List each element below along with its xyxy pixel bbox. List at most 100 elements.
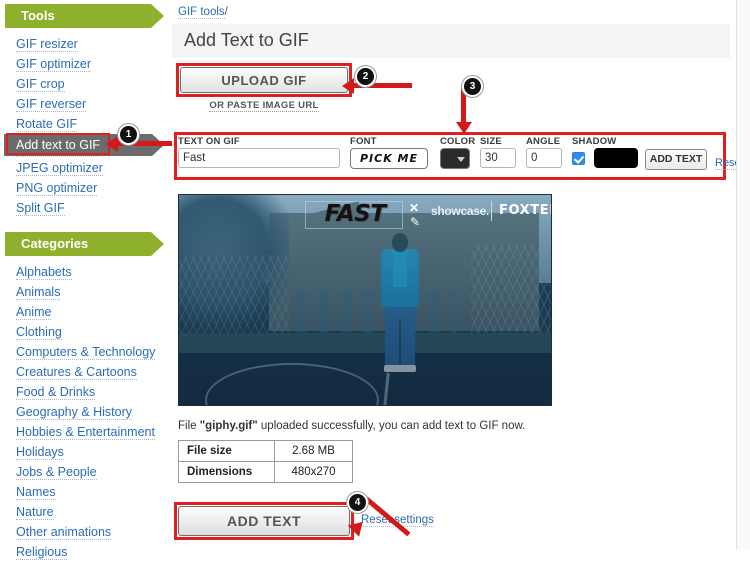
sidebar-link-gif-crop[interactable]: GIF crop	[16, 77, 65, 92]
field-text-on-gif: TEXT ON GIF	[178, 136, 340, 168]
field-font: FONT PICK ME	[350, 136, 428, 169]
category-link-anime[interactable]: Anime	[16, 305, 52, 320]
sidebar-item-split-gif[interactable]: Split GIF	[0, 198, 166, 218]
main-content: GIF tools/ Add Text to GIF UPLOAD GIF OR…	[166, 0, 744, 550]
category-item-clothing[interactable]: Clothing	[0, 322, 166, 342]
watermark-foxtel: FOXTEL	[499, 203, 551, 218]
watermark-showcase: showcase.	[431, 204, 489, 218]
category-link-animals[interactable]: Animals	[16, 285, 61, 300]
label-angle: ANGLE	[526, 136, 561, 147]
table-row: File size 2.68 MB	[178, 440, 353, 462]
dimensions-value: 480x270	[274, 461, 353, 483]
delete-text-icon[interactable]: ✕	[408, 202, 420, 214]
sidebar-item-rotate-gif[interactable]: Rotate GIF	[0, 114, 166, 134]
color-swatch-button[interactable]	[440, 148, 470, 169]
edit-text-icon[interactable]: ✎	[408, 216, 422, 228]
category-link-jobs-people[interactable]: Jobs & People	[16, 465, 97, 480]
sidebar-link-rotate-gif[interactable]: Rotate GIF	[16, 117, 78, 132]
category-link-nature[interactable]: Nature	[16, 505, 54, 520]
tools-list: GIF resizer GIF optimizer GIF crop GIF r…	[0, 34, 166, 218]
angle-input[interactable]	[526, 148, 562, 168]
category-item-creatures-cartoons[interactable]: Creatures & Cartoons	[0, 362, 166, 382]
sidebar-link-gif-optimizer[interactable]: GIF optimizer	[16, 57, 92, 72]
sidebar-item-gif-resizer[interactable]: GIF resizer	[0, 34, 166, 54]
sidebar-link-gif-reverser[interactable]: GIF reverser	[16, 97, 87, 112]
category-link-hobbies-entertainment[interactable]: Hobbies & Entertainment	[16, 425, 155, 440]
category-link-clothing[interactable]: Clothing	[16, 325, 62, 340]
breadcrumb-link-gif-tools[interactable]: GIF tools	[178, 6, 225, 19]
file-info-table: File size 2.68 MB Dimensions 480x270	[178, 440, 353, 483]
sidebar-item-png-optimizer[interactable]: PNG optimizer	[0, 178, 166, 198]
table-row: Dimensions 480x270	[178, 461, 353, 483]
category-link-religious[interactable]: Religious	[16, 545, 68, 560]
size-input[interactable]	[480, 148, 516, 168]
file-size-key: File size	[178, 440, 275, 462]
page-root: Tools GIF resizer GIF optimizer GIF crop…	[0, 0, 750, 560]
sidebar-item-gif-optimizer[interactable]: GIF optimizer	[0, 54, 166, 74]
text-on-gif-input[interactable]	[178, 148, 340, 168]
sidebar-item-gif-crop[interactable]: GIF crop	[0, 74, 166, 94]
sidebar-link-png-optimizer[interactable]: PNG optimizer	[16, 181, 98, 196]
page-right-edge	[736, 0, 750, 550]
field-angle: ANGLE	[526, 136, 562, 168]
annotation-badge-2: 2	[355, 66, 376, 87]
dimensions-key: Dimensions	[178, 461, 275, 483]
category-item-jobs-people[interactable]: Jobs & People	[0, 462, 166, 482]
category-link-names[interactable]: Names	[16, 485, 56, 500]
page-title-bar: Add Text to GIF	[172, 24, 730, 58]
category-link-creatures-cartoons[interactable]: Creatures & Cartoons	[16, 365, 137, 380]
shadow-checkbox[interactable]	[572, 152, 585, 165]
add-text-button-toolbar[interactable]: ADD TEXT	[645, 149, 707, 170]
font-picker-button[interactable]: PICK ME	[350, 148, 428, 169]
categories-header: Categories	[5, 232, 164, 256]
status-prefix: File	[178, 420, 200, 432]
paste-image-url-text[interactable]: OR PASTE IMAGE URL	[209, 100, 319, 112]
category-item-hobbies-entertainment[interactable]: Hobbies & Entertainment	[0, 422, 166, 442]
upload-gif-button[interactable]: UPLOAD GIF	[180, 67, 348, 93]
highlight-box-sidebar	[6, 133, 110, 155]
label-size: SIZE	[480, 136, 502, 147]
categories-header-wrap: Categories	[0, 232, 166, 256]
paste-image-url-label: OR PASTE IMAGE URL	[180, 100, 348, 112]
category-link-alphabets[interactable]: Alphabets	[16, 265, 72, 280]
category-link-geography-history[interactable]: Geography & History	[16, 405, 133, 420]
category-item-holidays[interactable]: Holidays	[0, 442, 166, 462]
category-item-nature[interactable]: Nature	[0, 502, 166, 522]
upload-status-message: File "giphy.gif" uploaded successfully, …	[178, 420, 525, 432]
annotation-badge-4: 4	[347, 492, 368, 513]
category-link-food-drinks[interactable]: Food & Drinks	[16, 385, 96, 400]
category-item-anime[interactable]: Anime	[0, 302, 166, 322]
sidebar: Tools GIF resizer GIF optimizer GIF crop…	[0, 0, 166, 560]
breadcrumb-separator: /	[224, 6, 228, 18]
category-item-names[interactable]: Names	[0, 482, 166, 502]
sidebar-link-gif-resizer[interactable]: GIF resizer	[16, 37, 78, 52]
gif-preview[interactable]: FAST ✕ ✎ showcase. FOXTEL	[178, 194, 552, 406]
category-item-geography-history[interactable]: Geography & History	[0, 402, 166, 422]
sidebar-item-jpeg-optimizer[interactable]: JPEG optimizer	[0, 158, 166, 178]
watermark-divider	[491, 201, 492, 221]
tools-header-wrap: Tools	[0, 4, 166, 28]
category-item-computers-technology[interactable]: Computers & Technology	[0, 342, 166, 362]
status-suffix: uploaded successfully, you can add text …	[257, 420, 526, 432]
label-text-on-gif: TEXT ON GIF	[178, 136, 240, 147]
category-item-food-drinks[interactable]: Food & Drinks	[0, 382, 166, 402]
uploaded-filename: "giphy.gif"	[199, 420, 258, 432]
category-link-computers-technology[interactable]: Computers & Technology	[16, 345, 156, 360]
breadcrumb: GIF tools/	[178, 6, 228, 19]
category-link-other-animations[interactable]: Other animations	[16, 525, 112, 540]
category-link-holidays[interactable]: Holidays	[16, 445, 64, 460]
gif-overlay-text[interactable]: FAST	[309, 201, 401, 227]
categories-list: Alphabets Animals Anime Clothing Compute…	[0, 262, 166, 562]
shadow-color-swatch[interactable]	[594, 148, 639, 168]
field-color: COLOR	[440, 136, 475, 169]
sidebar-item-gif-reverser[interactable]: GIF reverser	[0, 94, 166, 114]
sidebar-link-jpeg-optimizer[interactable]: JPEG optimizer	[16, 161, 103, 176]
add-text-button-main[interactable]: ADD TEXT	[178, 506, 350, 536]
tools-header: Tools	[5, 4, 164, 28]
category-item-other-animations[interactable]: Other animations	[0, 522, 166, 542]
category-item-alphabets[interactable]: Alphabets	[0, 262, 166, 282]
label-color: COLOR	[440, 136, 476, 147]
category-item-religious[interactable]: Religious	[0, 542, 166, 562]
category-item-animals[interactable]: Animals	[0, 282, 166, 302]
sidebar-link-split-gif[interactable]: Split GIF	[16, 201, 65, 216]
